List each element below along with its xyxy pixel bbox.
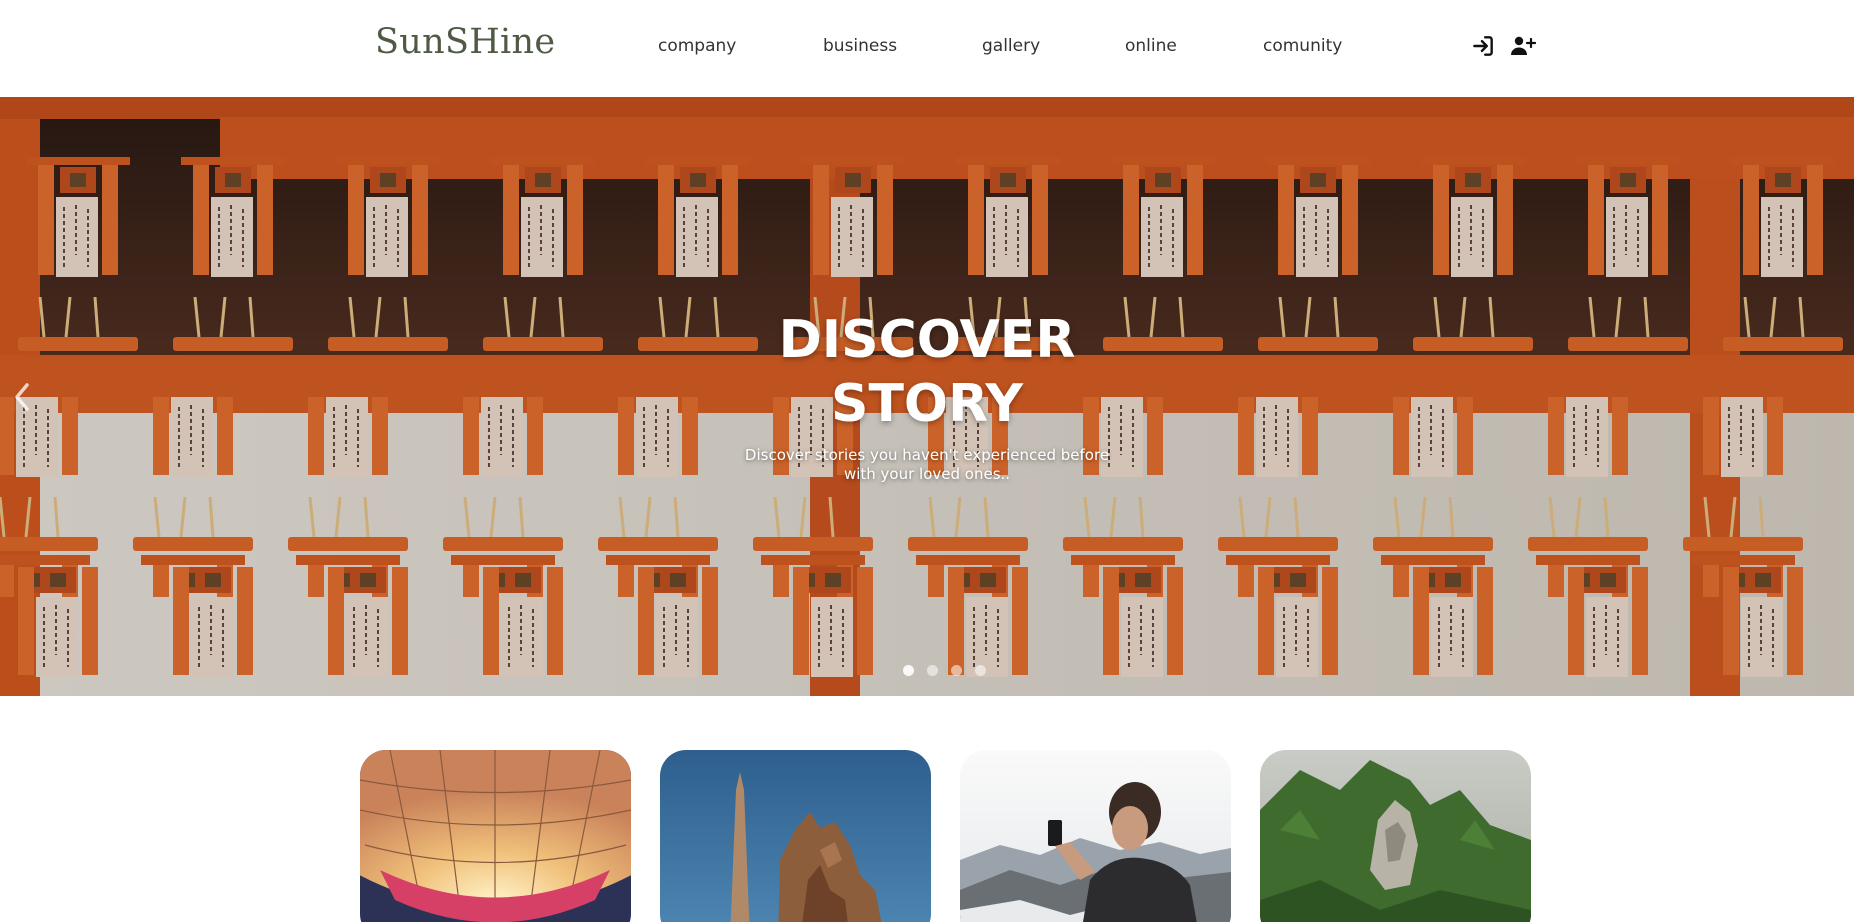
card-hot-air-balloon[interactable]: [360, 750, 631, 922]
carousel-prev-arrow-icon[interactable]: [10, 379, 34, 415]
login-icon[interactable]: [1470, 33, 1496, 59]
card-person-photographing[interactable]: [960, 750, 1231, 922]
person-photographing-mountains-image: [960, 750, 1231, 922]
carousel-dot-4[interactable]: [975, 665, 986, 676]
main-nav: company business gallery online comunity: [0, 34, 1854, 58]
rock-sculpture-cliff-image: [1260, 750, 1531, 922]
carousel-dot-1[interactable]: [903, 665, 914, 676]
card-rock-sculpture[interactable]: [1260, 750, 1531, 922]
nav-link-gallery[interactable]: gallery: [982, 34, 1040, 58]
hero-title-line1: DISCOVER: [778, 310, 1076, 370]
feature-cards: [0, 750, 1854, 922]
nav-link-online[interactable]: online: [1125, 34, 1177, 58]
nav-link-business[interactable]: business: [823, 34, 897, 58]
obelisk-ruins-image: [660, 750, 931, 922]
card-obelisk-ruins[interactable]: [660, 750, 931, 922]
nav-link-comunity[interactable]: comunity: [1263, 34, 1342, 58]
hero-subtitle: Discover stories you haven't experienced…: [744, 446, 1110, 483]
nav-link-company[interactable]: company: [658, 34, 736, 58]
hero-carousel: DISCOVER STORY Discover stories you have…: [0, 97, 1854, 696]
carousel-dot-3[interactable]: [951, 665, 962, 676]
site-header: SunSHine company business gallery online…: [0, 0, 1854, 97]
add-user-icon[interactable]: [1510, 33, 1537, 59]
carousel-dot-2[interactable]: [927, 665, 938, 676]
hero-title-line2: STORY: [831, 374, 1023, 434]
hot-air-balloon-image: [360, 750, 631, 922]
